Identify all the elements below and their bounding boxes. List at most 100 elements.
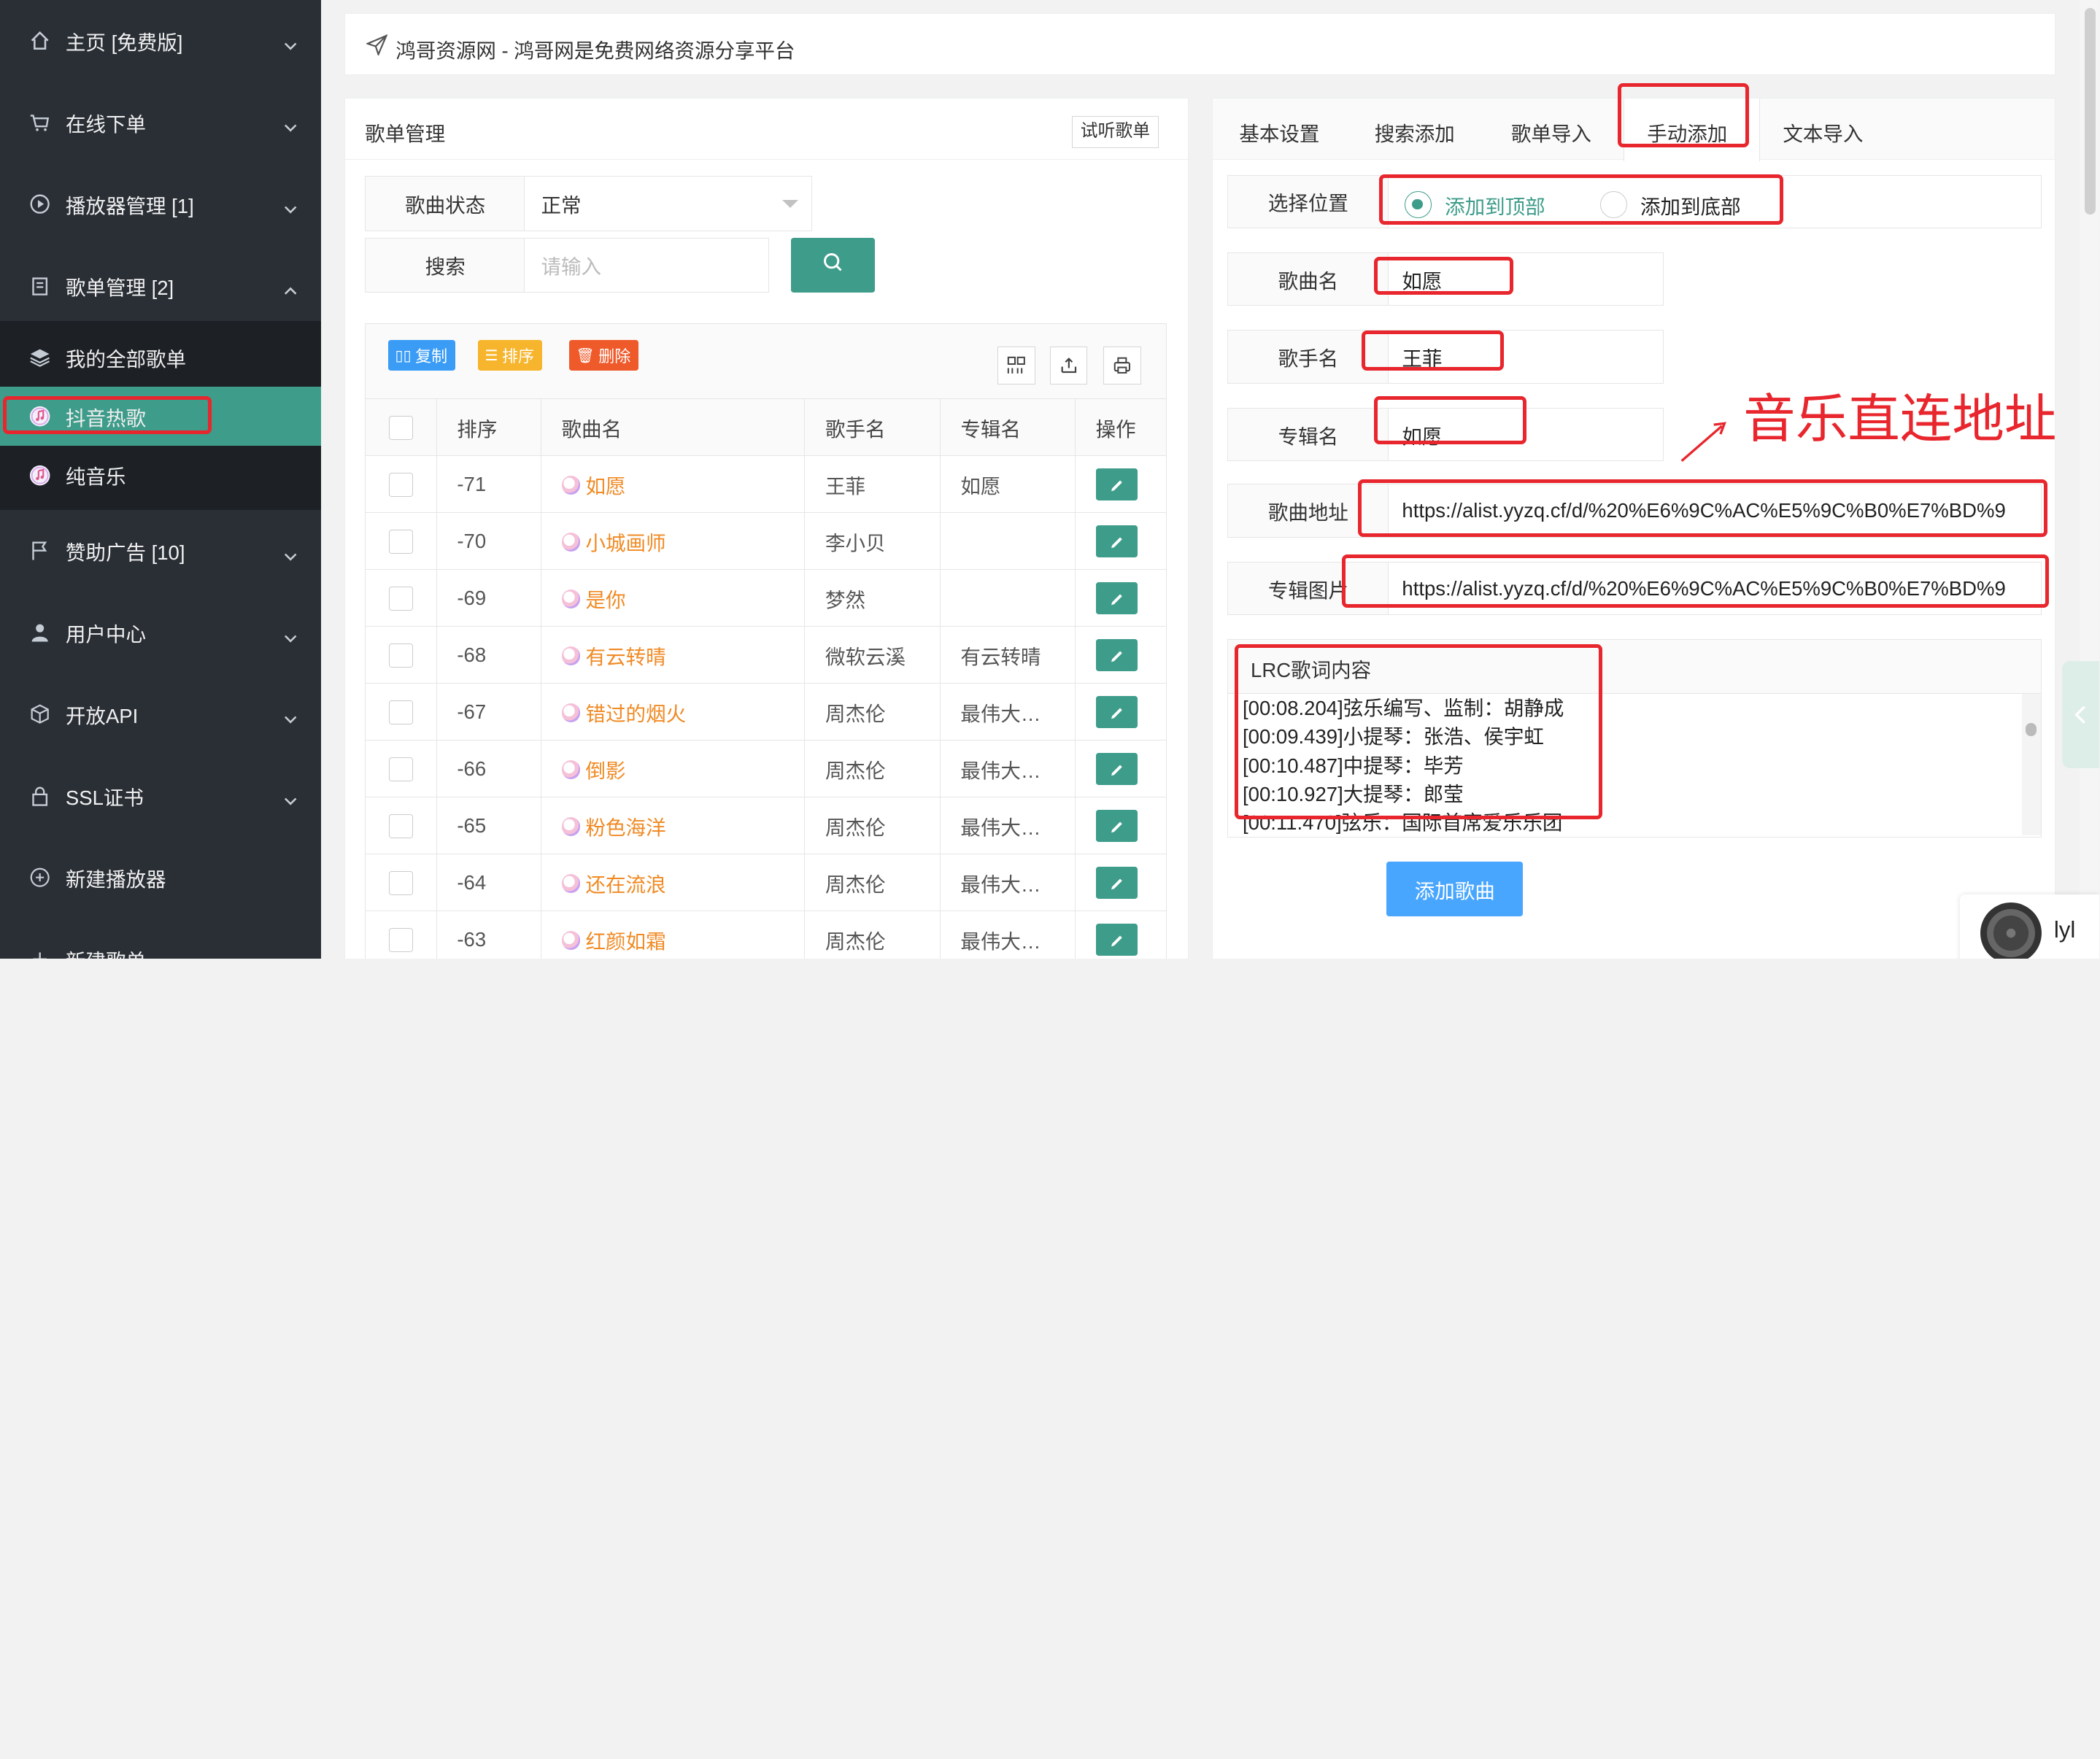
album-cell: 最伟大… [940,911,1076,959]
row-checkbox[interactable] [388,813,413,838]
mini-player[interactable]: lyl [1960,894,2100,959]
delete-button[interactable]: 🗑 删除 [569,340,639,371]
row-checkbox[interactable] [388,587,413,611]
column-header[interactable]: 歌曲名 [541,398,806,457]
lrc-line: [00:10.927]大提琴：郎莹 [1243,783,1464,806]
sidebar-item-player[interactable]: 播放器管理 [1] [0,163,321,245]
row-select-cell[interactable] [366,740,437,798]
edit-button[interactable] [1095,809,1138,842]
search-input[interactable]: 请输入 [524,237,770,293]
copy-button[interactable]: ▯▯ 复制 [388,340,456,371]
album-input[interactable]: 如愿 [1388,407,1664,462]
print-icon[interactable] [1103,347,1141,384]
status-select[interactable]: 正常 [524,176,812,231]
edit-button[interactable] [1095,866,1138,899]
sub-item-pure-music[interactable]: 纯音乐 [0,446,321,505]
row-checkbox[interactable] [388,643,413,668]
pencil-icon [1111,537,1122,549]
tab-basic-settings[interactable]: 基本设置 [1239,117,1319,147]
edit-button[interactable] [1095,468,1138,500]
song-name: 红颜如霜 [585,929,666,953]
column-header[interactable]: 排序 [436,398,541,457]
edit-button[interactable] [1095,638,1138,671]
tab-text-import[interactable]: 文本导入 [1783,117,1863,147]
tab-manual-add[interactable]: 手动添加 [1624,98,1761,162]
sidebar-item-new-player[interactable]: 新建播放器 [0,837,321,919]
sub-item-douyin-hits[interactable]: 抖音热歌 [0,387,322,446]
row-select-cell[interactable] [366,512,437,571]
search-icon [821,250,845,280]
row-checkbox[interactable] [388,870,413,895]
row-checkbox[interactable] [388,927,413,952]
album-cell: 最伟大… [940,854,1076,912]
lrc-textarea[interactable]: [00:08.204]弦乐编写、监制：胡静成 [00:09.439]小提琴：张浩… [1228,694,2041,836]
tab-playlist-import[interactable]: 歌单导入 [1511,117,1591,147]
lrc-scrollbar[interactable] [2021,693,2041,836]
row-select-cell[interactable] [366,683,437,741]
pencil-icon [1111,765,1122,776]
column-header[interactable]: 歌手名 [804,398,941,457]
album-cell: 最伟大… [940,740,1076,798]
music-note-icon [561,476,581,495]
radio-add-to-bottom[interactable]: 添加到底部 [1599,190,1741,220]
sidebar-item-sponsor[interactable]: 赞助广告 [10] [0,510,321,592]
add-song-button[interactable]: 添加歌曲 [1386,861,1524,917]
row-checkbox[interactable] [388,700,413,724]
column-header: 操作 [1075,398,1167,457]
album-cell [940,512,1076,571]
export-icon[interactable] [1049,347,1088,384]
row-select-cell[interactable] [366,626,437,684]
column-header[interactable]: 专辑名 [940,398,1076,457]
action-cell [1075,854,1167,912]
row-checkbox[interactable] [388,530,413,554]
card-header: 歌单管理 试听歌单 [344,98,1189,161]
lrc-line: [00:10.487]中提琴：毕芳 [1243,754,1464,777]
columns-icon[interactable] [997,347,1035,384]
row-checkbox[interactable] [388,757,413,781]
sidebar-item-api[interactable]: 开放API [0,673,321,755]
sort-button[interactable]: ☰ 排序 [478,340,543,371]
select-all-cell[interactable] [366,398,437,457]
song-name-input[interactable]: 如愿 [1388,252,1664,306]
edit-button[interactable] [1095,525,1138,557]
song-cell: 还在流浪 [541,854,806,912]
preview-playlist-button[interactable]: 试听歌单 [1071,115,1159,148]
sidebar-item-new-playlist[interactable]: 新建歌单 [0,919,321,959]
sidebar-item-user[interactable]: 用户中心 [0,592,321,673]
row-select-cell[interactable] [366,569,437,627]
edit-button[interactable] [1095,752,1138,785]
row-select-cell[interactable] [366,797,437,855]
user-icon [29,622,50,643]
search-button[interactable] [790,237,876,293]
row-select-cell[interactable] [366,911,437,959]
select-all-checkbox[interactable] [388,415,413,440]
plus-icon [29,948,50,959]
radio-add-to-top[interactable]: 添加到顶部 [1405,190,1545,220]
song-url-input[interactable]: https://alist.yyzq.cf/d/%20%E6%9C%AC%E5%… [1388,484,2042,538]
row-select-cell[interactable] [366,854,437,912]
row-checkbox[interactable] [388,473,413,498]
sidebar-item-ssl[interactable]: SSL证书 [0,755,321,837]
pencil-icon [1111,708,1122,719]
edit-button[interactable] [1095,923,1138,956]
sidebar-item-label: 主页 [免费版] [65,31,183,54]
edit-button[interactable] [1095,695,1138,728]
cover-url-input[interactable]: https://alist.yyzq.cf/d/%20%E6%9C%AC%E5%… [1388,561,2042,616]
artist-input[interactable]: 王菲 [1388,330,1664,384]
page-scrollbar[interactable] [2079,0,2100,959]
row-select-cell[interactable] [366,455,437,514]
album-cell: 有云转晴 [940,626,1076,684]
song-cell: 是你 [541,569,806,627]
sub-item-all-playlists[interactable]: 我的全部歌单 [0,328,321,387]
sidebar-item-label: 赞助广告 [10] [65,541,185,565]
song-name: 有云转晴 [585,645,666,668]
table-row: -65 粉色海洋 周杰伦 最伟大… [366,797,1167,855]
sub-item-label: 纯音乐 [65,465,126,489]
side-panel-toggle[interactable] [2061,661,2100,769]
tab-search-add[interactable]: 搜索添加 [1375,117,1455,147]
edit-button[interactable] [1095,581,1138,614]
sidebar-item-order[interactable]: 在线下单 [0,82,321,163]
album-disc-icon [1980,902,2042,959]
sidebar-item-playlist[interactable]: 歌单管理 [2] [0,245,321,327]
sidebar-item-home[interactable]: 主页 [免费版] [0,0,321,82]
